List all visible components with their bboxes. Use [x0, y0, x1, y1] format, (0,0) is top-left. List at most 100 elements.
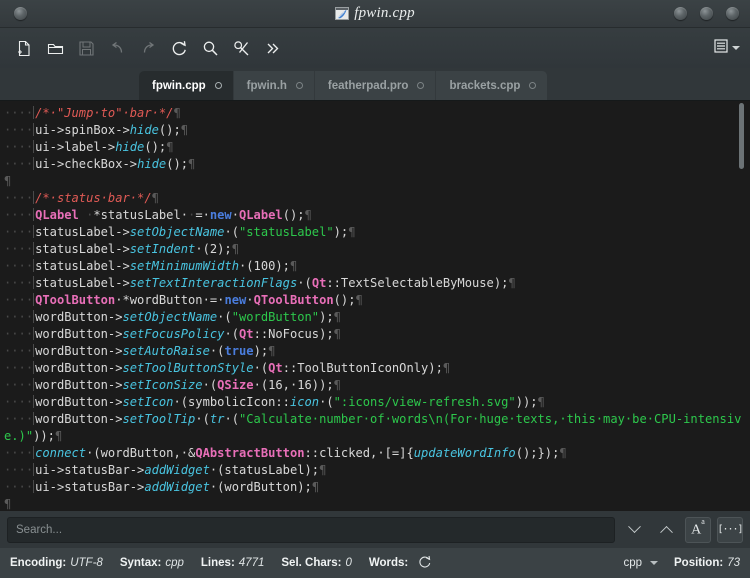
code-token-fn: hide [137, 157, 167, 171]
syntax-value: cpp [165, 557, 184, 569]
hamburger-menu-icon [713, 38, 729, 59]
tab-label: brackets.cpp [449, 79, 521, 92]
code-line: ···· ui->spinBox->hide();¶ [4, 122, 750, 139]
whitespace-dots: ···· [4, 157, 34, 171]
code-token-plain: ·(100); [239, 259, 290, 273]
indent-guide [33, 123, 35, 136]
chevron-down-icon [650, 561, 658, 565]
undo-button[interactable] [103, 34, 131, 62]
tab-brackets-cpp[interactable]: brackets.cpp [436, 71, 548, 100]
tab-label: featherpad.pro [327, 79, 409, 92]
code-token-type: Qt [311, 276, 327, 290]
code-token-fn: setToolButtonStyle [122, 361, 254, 375]
whole-word-toggle[interactable]: [···] [717, 516, 744, 543]
code-line: ···· QLabel ·*statusLabel··=·new·QLabel()… [4, 207, 750, 224]
code-token-fn: setTextInteractionFlags [129, 276, 298, 290]
code-line: ¶ [4, 496, 750, 511]
whitespace-dots: ···· [4, 259, 34, 273]
tab-close-icon[interactable] [529, 82, 537, 89]
minimize-button[interactable] [674, 7, 687, 20]
tab-featherpad-pro[interactable]: featherpad.pro [314, 71, 437, 100]
find-previous-button[interactable] [653, 517, 679, 543]
search-bar: Aa [···] [0, 511, 750, 548]
code-token-plain: wordButton-> [35, 344, 123, 358]
words-refresh-button[interactable] [418, 555, 432, 572]
code-token-plain: ·( [195, 412, 210, 426]
close-button[interactable] [726, 7, 739, 20]
code-token-plain: (); [166, 157, 189, 171]
code-line: ···· ui->statusBar->addWidget·(wordButton… [4, 479, 750, 496]
code-token-plain: ::ToolButtonIconOnly); [282, 361, 443, 375]
indent-guide [33, 259, 35, 272]
save-disk-icon [78, 40, 95, 57]
find-next-button[interactable] [621, 517, 647, 543]
vertical-scrollbar-thumb[interactable] [739, 103, 744, 169]
code-line: ···· wordButton->setToolTip·(tr·("Calcula… [4, 411, 750, 445]
tab-close-icon[interactable] [214, 82, 222, 89]
status-position: Position: 73 [674, 557, 740, 569]
code-line: ···· ui->statusBar->addWidget·(statusLabe… [4, 462, 750, 479]
tab-fpwin-cpp[interactable]: fpwin.cpp [139, 71, 234, 100]
main-menu-button[interactable] [713, 28, 740, 68]
find-button[interactable] [196, 34, 224, 62]
code-line: ···· wordButton->setAutoRaise·(true);¶ [4, 343, 750, 360]
tab-fpwin-h[interactable]: fpwin.h [233, 71, 315, 100]
code-token-fn: icon [289, 395, 320, 409]
open-folder-icon [47, 40, 64, 57]
code-line: ···· statusLabel->setMinimumWidth·(100);¶ [4, 258, 750, 275]
code-token-kw: new [224, 293, 247, 307]
overflow-button[interactable] [258, 34, 286, 62]
tab-close-icon[interactable] [417, 82, 425, 89]
status-words: Words: [369, 555, 432, 572]
code-token-pilcrow: ¶ [537, 395, 545, 409]
code-line: ···· ui->checkBox->hide();¶ [4, 156, 750, 173]
save-button[interactable] [72, 34, 100, 62]
code-token-plain: ui->statusBar-> [35, 463, 145, 477]
indent-guide [33, 191, 35, 204]
code-token-plain: wordButton-> [35, 310, 123, 324]
editor-area[interactable]: ····/*·"Jump·to"·bar·*/¶ ···· ui->spinBox-… [0, 100, 750, 511]
tab-label: fpwin.cpp [152, 79, 206, 92]
new-file-button[interactable] [10, 34, 38, 62]
case-sensitive-icon: Aa [691, 516, 705, 538]
code-token-plain: ·(wordButton); [209, 480, 312, 494]
chevron-up-icon [659, 525, 673, 539]
lines-value: 4771 [238, 557, 265, 569]
redo-button[interactable] [134, 34, 162, 62]
code-token-pilcrow: ¶ [348, 225, 356, 239]
whitespace-dots: ···· [4, 106, 34, 120]
syntax-combo[interactable]: cpp [623, 557, 658, 569]
indent-guide [33, 310, 35, 323]
tab-close-icon[interactable] [295, 82, 303, 89]
title-bar: fpwin.cpp [0, 0, 750, 28]
whitespace-dots: ···· [4, 480, 34, 494]
code-token-plain: ); [319, 310, 334, 324]
code-token-type: QToolButton [35, 293, 116, 307]
open-file-button[interactable] [41, 34, 69, 62]
code-line: ···· wordButton->setToolButtonStyle·(Qt::… [4, 360, 750, 377]
code-token-fn: hide [129, 123, 159, 137]
code-token-plain: statusLabel-> [35, 276, 130, 290]
featherpad-window: fpwin.cpp fpwin.cpp fpwin.h featherpad.p… [0, 0, 750, 578]
code-line: ····/*·status·bar·*/¶ [4, 190, 750, 207]
code-token-plain: ·(2); [195, 242, 232, 256]
code-token-fn: setIcon [122, 395, 174, 409]
code-token-plain: (); [333, 293, 356, 307]
whitespace-dots: ···· [4, 225, 34, 239]
whitespace-dots: ···· [4, 463, 34, 477]
vertical-scrollbar-track[interactable] [739, 101, 747, 511]
whitespace-dot: · [78, 208, 94, 222]
code-text[interactable]: ····/*·"Jump·to"·bar·*/¶ ···· ui->spinBox-… [0, 101, 750, 511]
maximize-button[interactable] [700, 7, 713, 20]
search-input[interactable] [7, 516, 615, 543]
case-sensitive-toggle[interactable]: Aa [685, 516, 711, 543]
featherpad-icon [335, 7, 350, 20]
replace-button[interactable] [227, 34, 255, 62]
code-token-plain: wordButton-> [35, 361, 123, 375]
reload-button[interactable] [165, 34, 193, 62]
lines-label: Lines: [200, 557, 235, 569]
code-token-plain: statusLabel-> [35, 242, 130, 256]
window-title-area: fpwin.cpp [0, 0, 750, 27]
code-token-plain: ·( [224, 327, 239, 341]
code-line: ···· wordButton->setIcon·(symbolicIcon::i… [4, 394, 750, 411]
